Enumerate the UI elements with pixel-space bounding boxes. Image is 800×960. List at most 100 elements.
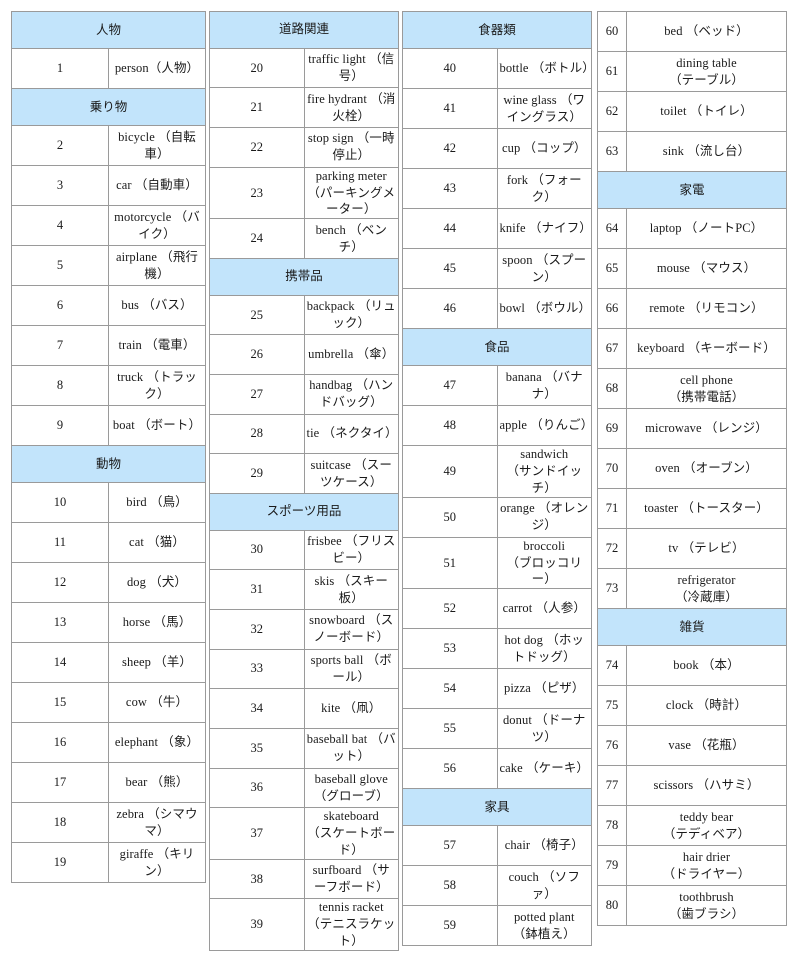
table-row: 1 person（人物）: [11, 48, 206, 89]
class-index: 21: [209, 87, 305, 128]
table-row: 24 bench （ベンチ）: [209, 218, 399, 259]
class-label: toothbrush （歯ブラシ）: [626, 885, 787, 926]
table-row: 52 carrot （人参）: [402, 588, 592, 630]
table-row: 41 wine glass （ワイングラス）: [402, 88, 592, 129]
category-header-label: 動物: [11, 445, 206, 483]
class-label: vase （花瓶）: [626, 725, 787, 766]
class-index: 42: [402, 128, 498, 169]
class-label: tie （ネクタイ）: [303, 413, 399, 455]
table-row: 35 baseball bat （バット）: [209, 727, 399, 769]
class-label: tennis racket （テニスラケット）: [303, 898, 399, 952]
table-column-2: 道路関連 20 traffic light （信号） 21 fire hydrant （…: [209, 11, 399, 952]
table-row: 26 umbrella （傘）: [209, 334, 399, 375]
class-label: book （本）: [626, 645, 787, 686]
class-label: couch （ソファ）: [496, 865, 592, 907]
class-label: bicycle （自転車）: [108, 125, 206, 166]
class-index: 16: [11, 722, 109, 763]
class-index: 2: [11, 125, 109, 166]
class-label: bench （ベンチ）: [303, 218, 399, 259]
class-index: 64: [597, 208, 627, 249]
class-index: 43: [402, 168, 498, 209]
class-label: chair （椅子）: [496, 825, 592, 867]
table-row: 78 teddy bear （テディベア）: [597, 805, 787, 846]
class-index: 61: [597, 51, 627, 92]
class-label: parking meter （パーキングメーター）: [303, 166, 399, 220]
table-row: 38 surfboard （サーフボード）: [209, 858, 399, 900]
category-header-label: 乗り物: [11, 88, 206, 126]
table-row: 60 bed （ベッド）: [597, 11, 787, 52]
class-label: banana （バナナ）: [496, 365, 592, 406]
class-label: handbag （ハンドバッグ）: [303, 373, 399, 415]
table-row: 33 sports ball （ボール）: [209, 648, 399, 690]
class-label-line-ja: （鉢植え）: [512, 926, 576, 941]
table-row: 48 apple （りんご）: [402, 405, 593, 446]
class-label: sheep （羊）: [108, 642, 206, 683]
class-label: wine glass （ワイングラス）: [496, 88, 592, 129]
class-index: 74: [597, 645, 627, 686]
table-row: 17 bear （熊）: [11, 762, 206, 803]
class-table: 60 bed （ベッド） 61 dining table （テーブル） 62 toilet …: [597, 11, 787, 926]
table-row: 37 skateboard （スケートボード）: [209, 807, 399, 860]
class-label: skis （スキー板）: [303, 569, 399, 610]
class-index: 32: [209, 608, 305, 650]
class-label-line-en: refrigerator: [677, 572, 736, 587]
table-row: 76 vase （花瓶）: [597, 725, 787, 766]
table-row: 14 sheep （羊）: [11, 642, 206, 683]
table-row: 70 oven （オーブン）: [597, 448, 787, 489]
class-index: 49: [402, 445, 498, 498]
class-index: 37: [209, 807, 305, 860]
table-row: 56 cake （ケーキ）: [402, 748, 592, 790]
class-index: 56: [402, 748, 498, 790]
class-label-line-en: skateboard: [323, 809, 379, 824]
class-index: 60: [597, 11, 627, 52]
class-index: 41: [402, 88, 498, 129]
table-row: 50 orange （オレンジ）: [402, 496, 592, 538]
class-index: 5: [11, 245, 109, 286]
category-header-label: 道路関連: [209, 11, 399, 49]
class-index: 23: [209, 166, 305, 220]
table-row: 54 pizza （ピザ）: [402, 668, 592, 710]
class-label: cake （ケーキ）: [496, 748, 592, 790]
table-row: 43 fork （フォーク）: [402, 168, 592, 209]
table-row: 62 toilet （トイレ）: [597, 91, 787, 132]
class-label: umbrella （傘）: [303, 334, 399, 375]
table-row: 6 bus （バス）: [11, 285, 206, 326]
class-label-line-ja: （テディベア）: [662, 826, 751, 841]
class-label: hot dog （ホットドッグ）: [496, 628, 592, 670]
class-label: suitcase （スーツケース）: [303, 453, 399, 494]
category-header-row: 人物: [11, 11, 206, 49]
class-label-line-ja: （パーキングメーター）: [307, 185, 396, 217]
table-row: 22 stop sign （一時停止）: [209, 127, 399, 168]
class-index: 65: [597, 248, 627, 289]
table-row: 5 airplane （飛行機）: [11, 245, 206, 286]
category-header-row: 食器類: [402, 11, 592, 49]
class-index: 72: [597, 528, 627, 569]
table-row: 16 elephant （象）: [11, 722, 206, 763]
table-row: 77 scissors （ハサミ）: [597, 765, 787, 806]
class-label: bear （熊）: [108, 762, 206, 803]
class-label: keyboard （キーボード）: [626, 328, 787, 369]
object-class-table-sheet: 人物 1 person（人物） 乗り物 2 bicycle （自転車） 3 car （自動車）…: [0, 0, 800, 960]
class-label: oven （オーブン）: [626, 448, 787, 489]
class-index: 36: [209, 767, 305, 809]
class-table: 食器類 40 bottle （ボトル） 41 wine glass （ワイングラス） 42…: [402, 11, 595, 947]
table-row: 3 car （自動車）: [11, 165, 206, 206]
class-label-line-ja: （スケートボード）: [307, 826, 396, 857]
class-label: train （電車）: [108, 325, 206, 366]
class-index: 11: [11, 522, 109, 563]
class-index: 9: [11, 405, 109, 446]
class-index: 15: [11, 682, 109, 723]
class-label-line-en: parking meter: [315, 168, 387, 183]
class-label-line-en: broccoli: [523, 538, 566, 553]
class-label: sports ball （ボール）: [303, 648, 399, 690]
class-label: stop sign （一時停止）: [303, 127, 399, 168]
class-index: 18: [11, 802, 109, 843]
class-label: dining table （テーブル）: [626, 51, 787, 92]
class-index: 39: [209, 898, 305, 952]
class-label: pizza （ピザ）: [496, 668, 592, 710]
class-label: skateboard （スケートボード）: [303, 807, 399, 860]
class-label: bottle （ボトル）: [496, 48, 595, 89]
table-row: 29 suitcase （スーツケース）: [209, 453, 399, 494]
class-label: donut （ドーナツ）: [496, 708, 592, 750]
class-index: 54: [402, 668, 498, 710]
